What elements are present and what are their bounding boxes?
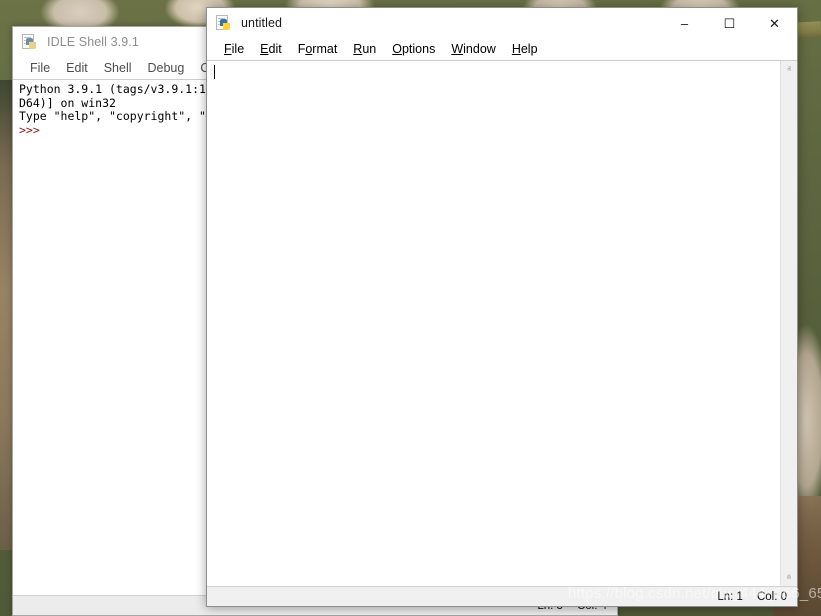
editor-titlebar[interactable]: untitled – ☐ ✕ <box>207 8 797 38</box>
editor-menu-run[interactable]: Run <box>345 41 384 57</box>
shell-menu-shell[interactable]: Shell <box>96 60 140 76</box>
editor-menu-help[interactable]: Help <box>504 41 546 57</box>
editor-menu-format[interactable]: Format <box>290 41 346 57</box>
text-caret <box>214 65 215 79</box>
shell-title-text: IDLE Shell 3.9.1 <box>47 35 139 49</box>
editor-menu-window[interactable]: Window <box>443 41 503 57</box>
editor-menu-edit[interactable]: Edit <box>252 41 290 57</box>
editor-line-indicator: Ln: 1 <box>717 590 743 603</box>
editor-statusbar: Ln: 1 Col: 0 <box>207 586 797 606</box>
shell-menu-debug[interactable]: Debug <box>140 60 193 76</box>
editor-menu-file[interactable]: File <box>216 41 252 57</box>
shell-menu-edit[interactable]: Edit <box>58 60 96 76</box>
shell-prompt: >>> <box>19 122 40 137</box>
editor-window-controls[interactable]: – ☐ ✕ <box>662 8 797 38</box>
minimize-button[interactable]: – <box>662 8 707 38</box>
editor-text-content <box>207 61 797 64</box>
editor-text-area[interactable]: ⱏ ⱞ <box>207 60 797 586</box>
editor-title-text: untitled <box>241 16 283 30</box>
shell-menu-file[interactable]: File <box>22 60 58 76</box>
shell-line-1: Python 3.9.1 (tags/v3.9.1:1e <box>19 82 213 96</box>
untitled-editor-window[interactable]: untitled – ☐ ✕ File Edit Format Run Opti… <box>206 7 798 607</box>
maximize-button[interactable]: ☐ <box>707 8 752 38</box>
scroll-up-arrow-icon[interactable]: ⱏ <box>781 61 798 78</box>
scroll-down-arrow-icon[interactable]: ⱞ <box>781 569 798 586</box>
shell-line-2: D64)] on win32 <box>19 95 116 110</box>
editor-menubar[interactable]: File Edit Format Run Options Window Help <box>207 38 797 60</box>
editor-col-indicator: Col: 0 <box>756 590 787 603</box>
editor-menu-options[interactable]: Options <box>384 41 443 57</box>
python-file-icon <box>216 15 232 31</box>
python-idle-icon <box>22 34 38 50</box>
editor-vertical-scrollbar[interactable]: ⱏ ⱞ <box>780 61 797 586</box>
shell-line-3: Type "help", "copyright", "c <box>19 109 213 124</box>
close-button[interactable]: ✕ <box>752 8 797 38</box>
